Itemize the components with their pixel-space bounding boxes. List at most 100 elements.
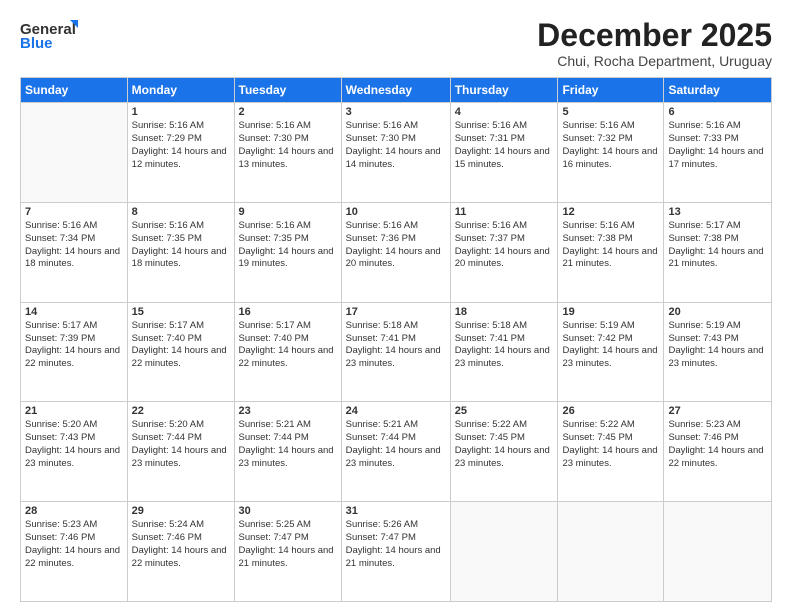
calendar-cell: 18 Sunrise: 5:18 AM Sunset: 7:41 PM Dayli… [450,302,558,402]
calendar-cell: 14 Sunrise: 5:17 AM Sunset: 7:39 PM Dayli… [21,302,128,402]
calendar-cell: 8 Sunrise: 5:16 AM Sunset: 7:35 PM Daylig… [127,202,234,302]
calendar-cell: 26 Sunrise: 5:22 AM Sunset: 7:45 PM Dayli… [558,402,664,502]
cell-info: Sunrise: 5:17 AM Sunset: 7:40 PM Dayligh… [132,320,230,371]
cell-info: Sunrise: 5:23 AM Sunset: 7:46 PM Dayligh… [25,519,123,570]
calendar-page: GeneralBlue December 2025 Chui, Rocha De… [0,0,792,612]
calendar-cell: 1 Sunrise: 5:16 AM Sunset: 7:29 PM Daylig… [127,103,234,203]
calendar-cell: 2Sunrise: 5:16 AM Sunset: 7:30 PM Daylig… [234,103,341,203]
cell-info: Sunrise: 5:16 AM Sunset: 7:33 PM Dayligh… [668,120,767,171]
cell-info: Sunrise: 5:22 AM Sunset: 7:45 PM Dayligh… [455,419,554,470]
cell-info: Sunrise: 5:19 AM Sunset: 7:42 PM Dayligh… [562,320,659,371]
cell-info: Sunrise: 5:16 AM Sunset: 7:36 PM Dayligh… [346,220,446,271]
calendar-cell: 13Sunrise: 5:17 AM Sunset: 7:38 PM Dayli… [664,202,772,302]
calendar-week-row: 1 Sunrise: 5:16 AM Sunset: 7:29 PM Daylig… [21,103,772,203]
calendar-cell: 10 Sunrise: 5:16 AM Sunset: 7:36 PM Dayli… [341,202,450,302]
day-number: 26 [562,405,659,417]
day-number: 29 [132,505,230,517]
cell-info: Sunrise: 5:19 AM Sunset: 7:43 PM Dayligh… [668,320,767,371]
day-number: 20 [668,306,767,318]
day-number: 30 [239,505,337,517]
calendar-cell: 20 Sunrise: 5:19 AM Sunset: 7:43 PM Dayli… [664,302,772,402]
calendar-cell: 24Sunrise: 5:21 AM Sunset: 7:44 PM Dayli… [341,402,450,502]
cell-info: Sunrise: 5:24 AM Sunset: 7:46 PM Dayligh… [132,519,230,570]
calendar-cell: 30 Sunrise: 5:25 AM Sunset: 7:47 PM Dayli… [234,502,341,602]
calendar-cell: 21Sunrise: 5:20 AM Sunset: 7:43 PM Dayli… [21,402,128,502]
cell-info: Sunrise: 5:16 AM Sunset: 7:30 PM Dayligh… [239,120,337,171]
calendar-cell: 17 Sunrise: 5:18 AM Sunset: 7:41 PM Dayli… [341,302,450,402]
calendar-cell: 4Sunrise: 5:16 AM Sunset: 7:31 PM Daylig… [450,103,558,203]
weekday-header: Tuesday [234,78,341,103]
cell-info: Sunrise: 5:16 AM Sunset: 7:29 PM Dayligh… [132,120,230,171]
day-number: 27 [668,405,767,417]
day-number: 5 [562,106,659,118]
day-number: 3 [346,106,446,118]
cell-info: Sunrise: 5:16 AM Sunset: 7:37 PM Dayligh… [455,220,554,271]
cell-info: Sunrise: 5:16 AM Sunset: 7:34 PM Dayligh… [25,220,123,271]
day-number: 17 [346,306,446,318]
calendar-week-row: 14 Sunrise: 5:17 AM Sunset: 7:39 PM Dayli… [21,302,772,402]
cell-info: Sunrise: 5:21 AM Sunset: 7:44 PM Dayligh… [239,419,337,470]
day-number: 7 [25,206,123,218]
calendar-cell: 15 Sunrise: 5:17 AM Sunset: 7:40 PM Dayli… [127,302,234,402]
cell-info: Sunrise: 5:17 AM Sunset: 7:39 PM Dayligh… [25,320,123,371]
weekday-header: Wednesday [341,78,450,103]
cell-info: Sunrise: 5:21 AM Sunset: 7:44 PM Dayligh… [346,419,446,470]
day-number: 4 [455,106,554,118]
day-number: 14 [25,306,123,318]
calendar-cell: 29 Sunrise: 5:24 AM Sunset: 7:46 PM Dayli… [127,502,234,602]
cell-info: Sunrise: 5:16 AM Sunset: 7:32 PM Dayligh… [562,120,659,171]
calendar-cell: 12 Sunrise: 5:16 AM Sunset: 7:38 PM Dayli… [558,202,664,302]
calendar-cell: 28 Sunrise: 5:23 AM Sunset: 7:46 PM Dayli… [21,502,128,602]
cell-info: Sunrise: 5:22 AM Sunset: 7:45 PM Dayligh… [562,419,659,470]
cell-info: Sunrise: 5:18 AM Sunset: 7:41 PM Dayligh… [346,320,446,371]
month-title: December 2025 [537,18,772,53]
day-number: 28 [25,505,123,517]
day-number: 9 [239,206,337,218]
logo: GeneralBlue [20,18,80,54]
cell-info: Sunrise: 5:26 AM Sunset: 7:47 PM Dayligh… [346,519,446,570]
cell-info: Sunrise: 5:20 AM Sunset: 7:44 PM Dayligh… [132,419,230,470]
weekday-header: Monday [127,78,234,103]
weekday-header: Saturday [664,78,772,103]
calendar-cell: 16 Sunrise: 5:17 AM Sunset: 7:40 PM Dayli… [234,302,341,402]
calendar-cell: 31Sunrise: 5:26 AM Sunset: 7:47 PM Dayli… [341,502,450,602]
day-number: 12 [562,206,659,218]
cell-info: Sunrise: 5:17 AM Sunset: 7:40 PM Dayligh… [239,320,337,371]
cell-info: Sunrise: 5:25 AM Sunset: 7:47 PM Dayligh… [239,519,337,570]
cell-info: Sunrise: 5:16 AM Sunset: 7:38 PM Dayligh… [562,220,659,271]
day-number: 15 [132,306,230,318]
cell-info: Sunrise: 5:16 AM Sunset: 7:35 PM Dayligh… [132,220,230,271]
day-number: 16 [239,306,337,318]
logo-svg: GeneralBlue [20,18,80,54]
day-number: 21 [25,405,123,417]
calendar-week-row: 21Sunrise: 5:20 AM Sunset: 7:43 PM Dayli… [21,402,772,502]
calendar-cell: 22 Sunrise: 5:20 AM Sunset: 7:44 PM Dayli… [127,402,234,502]
cell-info: Sunrise: 5:16 AM Sunset: 7:35 PM Dayligh… [239,220,337,271]
cell-info: Sunrise: 5:23 AM Sunset: 7:46 PM Dayligh… [668,419,767,470]
day-number: 11 [455,206,554,218]
day-number: 23 [239,405,337,417]
page-header: GeneralBlue December 2025 Chui, Rocha De… [20,18,772,69]
calendar-cell: 9 Sunrise: 5:16 AM Sunset: 7:35 PM Daylig… [234,202,341,302]
calendar-cell: 25Sunrise: 5:22 AM Sunset: 7:45 PM Dayli… [450,402,558,502]
day-number: 1 [132,106,230,118]
day-number: 6 [668,106,767,118]
day-number: 8 [132,206,230,218]
day-number: 10 [346,206,446,218]
calendar-cell: 7 Sunrise: 5:16 AM Sunset: 7:34 PM Daylig… [21,202,128,302]
calendar-cell: 6 Sunrise: 5:16 AM Sunset: 7:33 PM Daylig… [664,103,772,203]
cell-info: Sunrise: 5:16 AM Sunset: 7:30 PM Dayligh… [346,120,446,171]
weekday-header: Sunday [21,78,128,103]
day-number: 18 [455,306,554,318]
location-subtitle: Chui, Rocha Department, Uruguay [537,53,772,69]
weekday-header-row: SundayMondayTuesdayWednesdayThursdayFrid… [21,78,772,103]
weekday-header: Friday [558,78,664,103]
calendar-cell [664,502,772,602]
calendar-cell [450,502,558,602]
cell-info: Sunrise: 5:18 AM Sunset: 7:41 PM Dayligh… [455,320,554,371]
calendar-cell [21,103,128,203]
day-number: 22 [132,405,230,417]
calendar-cell: 11 Sunrise: 5:16 AM Sunset: 7:37 PM Dayli… [450,202,558,302]
calendar-week-row: 28 Sunrise: 5:23 AM Sunset: 7:46 PM Dayli… [21,502,772,602]
day-number: 13 [668,206,767,218]
